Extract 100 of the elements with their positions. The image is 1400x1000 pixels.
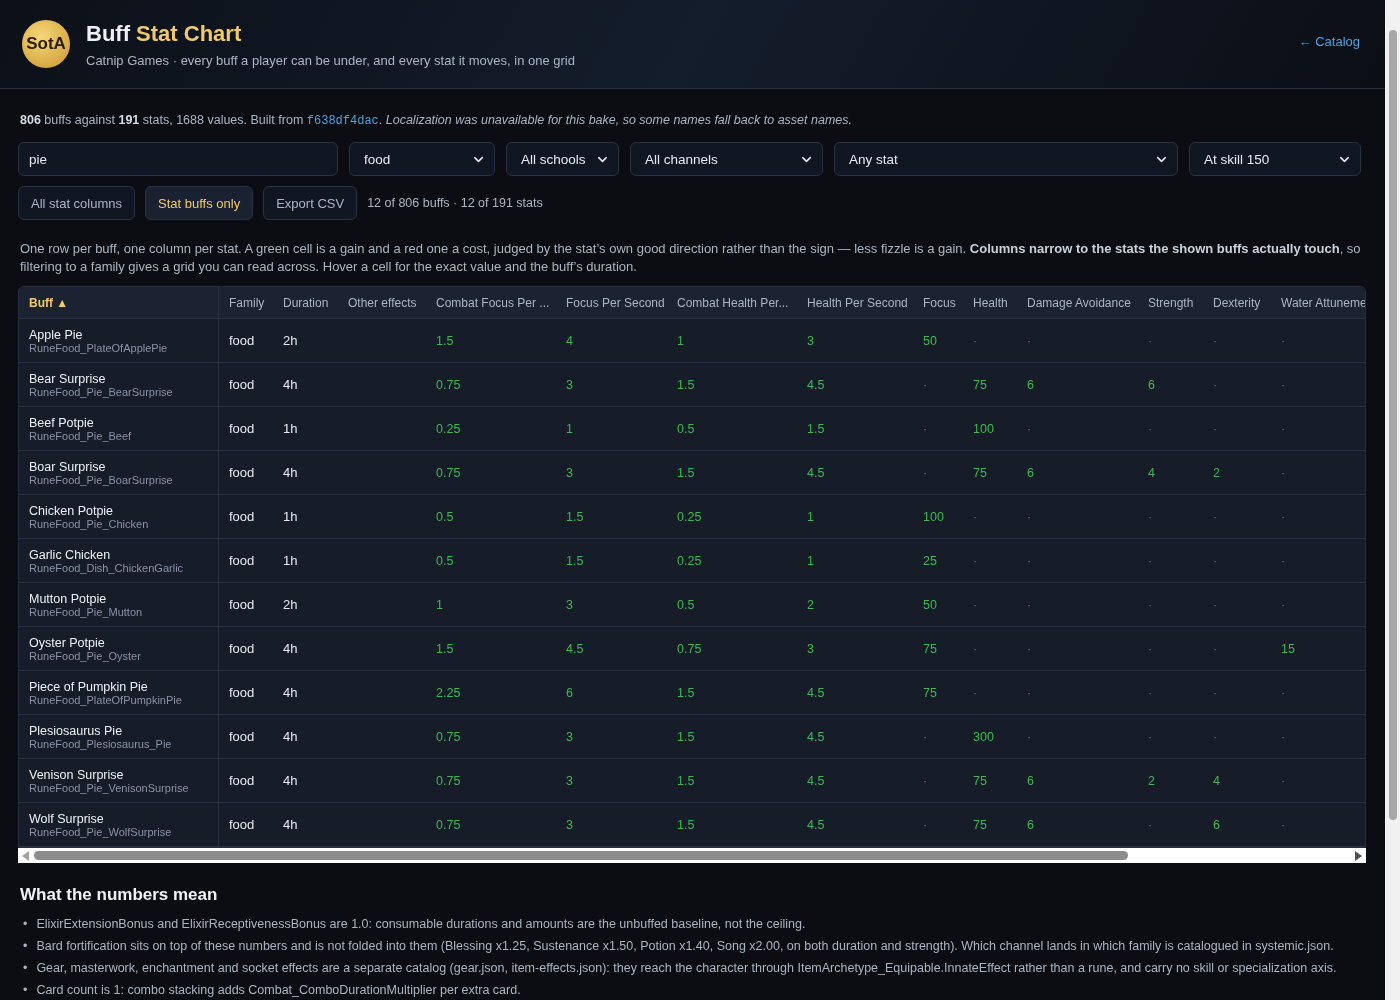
table-cell: 0.75 bbox=[677, 641, 702, 656]
buff-name: Wolf Surprise bbox=[29, 811, 104, 826]
column-header[interactable]: Strength bbox=[1138, 287, 1203, 319]
table-cell: 6 bbox=[1027, 465, 1034, 480]
dropdown[interactable]: All schools bbox=[506, 142, 619, 176]
logo: SotA bbox=[22, 20, 70, 68]
asset-name: RuneFood_Pie_Mutton bbox=[29, 605, 143, 618]
column-header[interactable]: Combat Focus Per ... bbox=[426, 287, 556, 319]
column-header[interactable]: Health Per Second bbox=[797, 287, 913, 319]
table-cell: · bbox=[1148, 597, 1153, 612]
column-header[interactable]: Health bbox=[963, 287, 1017, 319]
table-cell: 4.5 bbox=[807, 465, 825, 480]
table-cell: 0.75 bbox=[436, 773, 461, 788]
table-cell: 1.5 bbox=[566, 509, 584, 524]
table-cell: 6 bbox=[1027, 773, 1034, 788]
dropdown[interactable]: All channels bbox=[630, 142, 823, 176]
table-cell: 4h bbox=[283, 773, 298, 788]
table-cell: · bbox=[1281, 553, 1286, 568]
table-cell: 0.75 bbox=[436, 465, 461, 480]
note-item: Bard fortification sits on top of these numbers and is not folded into them (Blessing x1.25, Sustenance x1.50, Potion x1.40, Song x2.00, on both duration and strength). Which channel lands in which family is catalogued in systemic.json. bbox=[36, 938, 1334, 954]
table-cell: 1 bbox=[566, 421, 573, 436]
table-cell: food bbox=[229, 729, 255, 744]
table-cell: 4.5 bbox=[807, 685, 825, 700]
table-cell: · bbox=[1148, 421, 1153, 436]
filter-button[interactable]: Stat buffs only bbox=[145, 186, 254, 220]
column-header[interactable]: Focus Per Second bbox=[556, 287, 667, 319]
table-cell: · bbox=[1148, 817, 1153, 832]
table-cell: · bbox=[1148, 509, 1153, 524]
buff-name: Chicken Potpie bbox=[29, 503, 114, 518]
table-cell: 4.5 bbox=[566, 641, 584, 656]
search-field[interactable]: pie bbox=[18, 142, 338, 176]
table-cell: 1.5 bbox=[807, 421, 825, 436]
table-cell: 4.5 bbox=[807, 377, 825, 392]
table-cell: food bbox=[229, 333, 255, 348]
table-cell: 75 bbox=[973, 773, 987, 788]
table-cell: · bbox=[973, 641, 978, 656]
table-cell: · bbox=[1148, 553, 1153, 568]
table-cell: 4.5 bbox=[807, 773, 825, 788]
table-cell: · bbox=[1027, 597, 1032, 612]
note-item: Gear, masterwork, enchantment and socket effects are a separate catalog (gear.json, item-effects.json): they reach the character through ItemArchetype_Equipable.InnateEffect rather than a rune, and carry no skill or specialization axis. bbox=[36, 960, 1337, 976]
table-cell: 1.5 bbox=[566, 553, 584, 568]
table-cell: · bbox=[1213, 421, 1218, 436]
table-cell: · bbox=[923, 817, 928, 832]
table-cell: · bbox=[1213, 597, 1218, 612]
horizontal-scrollbar[interactable] bbox=[18, 848, 1366, 863]
table-cell: 3 bbox=[566, 465, 573, 480]
table-cell: · bbox=[1281, 465, 1286, 480]
table-cell: · bbox=[1027, 729, 1032, 744]
scroll-left-icon[interactable] bbox=[22, 850, 30, 861]
asset-name: RuneFood_Plesiosaurus_Pie bbox=[29, 737, 172, 750]
dropdown[interactable]: Any stat bbox=[834, 142, 1178, 176]
dropdown[interactable]: food bbox=[349, 142, 495, 176]
asset-name: RuneFood_Pie_WolfSurprise bbox=[29, 825, 172, 838]
table-cell: 1 bbox=[677, 333, 684, 348]
table-cell: · bbox=[973, 553, 978, 568]
table-cell: 25 bbox=[923, 553, 937, 568]
table-cell: 1.5 bbox=[677, 817, 695, 832]
table-cell: 75 bbox=[973, 377, 987, 392]
table-cell: · bbox=[1281, 773, 1286, 788]
buff-name: Boar Surprise bbox=[29, 459, 106, 474]
scroll-right-icon[interactable] bbox=[1354, 850, 1362, 861]
page-title: Buff Stat Chart bbox=[86, 20, 243, 47]
filter-button[interactable]: Export CSV bbox=[263, 186, 358, 220]
catalog-link[interactable]: ← Catalog bbox=[1298, 34, 1360, 49]
table-cell: 2.25 bbox=[436, 685, 461, 700]
table-cell: · bbox=[1027, 509, 1032, 524]
table-cell: · bbox=[1027, 641, 1032, 656]
table-cell: 6 bbox=[566, 685, 573, 700]
column-header[interactable]: Family bbox=[219, 287, 273, 319]
table-cell: · bbox=[1027, 421, 1032, 436]
table-cell: · bbox=[923, 421, 928, 436]
column-header[interactable]: Focus bbox=[913, 287, 963, 319]
column-header[interactable]: Other effects bbox=[338, 287, 426, 319]
vertical-scrollbar[interactable] bbox=[1385, 0, 1400, 1000]
table-cell: food bbox=[229, 597, 255, 612]
table-cell: · bbox=[1281, 421, 1286, 436]
table-cell: 6 bbox=[1213, 817, 1220, 832]
description-text: One row per buff, one column per stat. A green cell is a gain and a red one a cost, judged by the stat’s own good direction rather than the sign — less fizzle is a gain. Columns narrow to the stats the shown buffs actually touch, so filtering to a family gives a grid you can read across. Hover a cell for the exact value and the buff’s duration. bbox=[20, 240, 1362, 276]
table-cell: food bbox=[229, 773, 255, 788]
commit-link[interactable]: f638df4dac bbox=[306, 114, 379, 128]
table-cell: 4.5 bbox=[807, 729, 825, 744]
table-cell: 4h bbox=[283, 817, 298, 832]
table-cell: · bbox=[973, 685, 978, 700]
column-header[interactable]: Damage Avoidance bbox=[1017, 287, 1138, 319]
table-cell: 4h bbox=[283, 685, 298, 700]
column-header[interactable]: Dexterity bbox=[1203, 287, 1271, 319]
asset-name: RuneFood_Pie_Oyster bbox=[29, 649, 141, 662]
table-cell: · bbox=[923, 773, 928, 788]
table-cell: 75 bbox=[973, 465, 987, 480]
table-cell: 1.5 bbox=[677, 465, 695, 480]
table-cell: 3 bbox=[566, 773, 573, 788]
buff-name: Oyster Potpie bbox=[29, 635, 105, 650]
column-header[interactable]: Duration bbox=[273, 287, 338, 319]
table-cell: 100 bbox=[973, 421, 994, 436]
filter-button[interactable]: All stat columns bbox=[18, 186, 136, 220]
table-cell: · bbox=[923, 729, 928, 744]
column-header[interactable]: Combat Health Per... bbox=[667, 287, 797, 319]
dropdown[interactable]: At skill 150 bbox=[1189, 142, 1361, 176]
asset-name: RuneFood_Pie_Chicken bbox=[29, 517, 149, 530]
column-header[interactable]: Buff ▲ bbox=[19, 287, 219, 319]
